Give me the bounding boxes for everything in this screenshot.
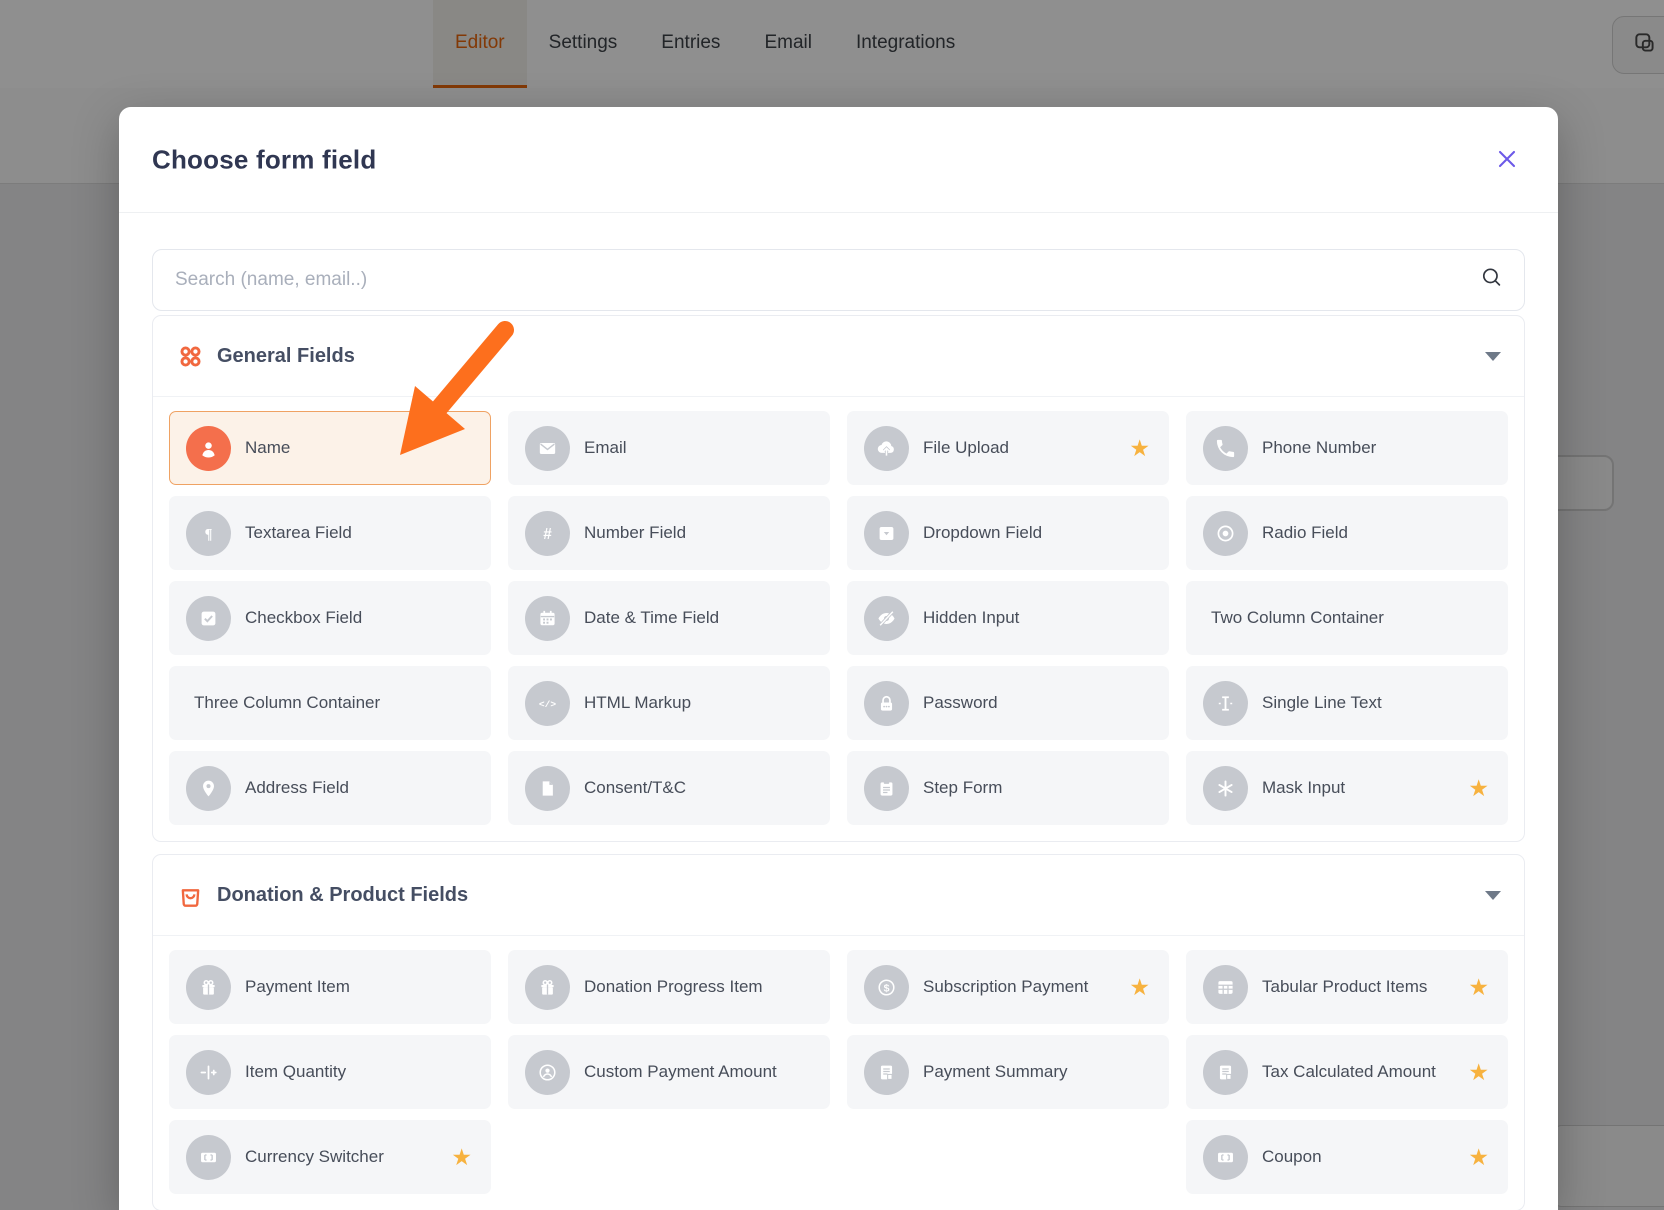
field-card-tax-calculated-amount[interactable]: Tax Calculated Amount ★: [1186, 1035, 1508, 1109]
field-sections: General Fields Name Email File Upload ★ …: [152, 315, 1525, 1210]
svg-text:¶: ¶: [205, 526, 213, 542]
asterisk-icon: [1203, 766, 1248, 811]
field-card-radio-field[interactable]: Radio Field: [1186, 496, 1508, 570]
section-title: Donation & Product Fields: [217, 884, 468, 907]
field-card-item-quantity[interactable]: Item Quantity: [169, 1035, 491, 1109]
svg-text:#: #: [543, 525, 552, 542]
pro-star-icon: ★: [1129, 437, 1154, 460]
close-icon[interactable]: [1492, 144, 1522, 174]
hash-icon: #: [525, 511, 570, 556]
pro-star-icon: ★: [1468, 1061, 1493, 1084]
search-icon[interactable]: [1480, 266, 1504, 295]
search-bar: [152, 249, 1525, 311]
modal-header: Choose form field: [119, 107, 1558, 213]
field-card-tabular-product-items[interactable]: Tabular Product Items ★: [1186, 950, 1508, 1024]
document-icon: [525, 766, 570, 811]
field-card-checkbox-field[interactable]: Checkbox Field: [169, 581, 491, 655]
ticket-icon: [1203, 1135, 1248, 1180]
pro-star-icon: ★: [1468, 1146, 1493, 1169]
screen: EditorSettingsEntriesEmailIntegrations C…: [0, 0, 1664, 1210]
chevron-down-icon[interactable]: [1485, 891, 1501, 900]
category-clover-icon: [176, 342, 204, 370]
ticket-icon: [186, 1135, 231, 1180]
field-card-email[interactable]: Email: [508, 411, 830, 485]
envelope-icon: [525, 426, 570, 471]
section-general-fields: General Fields Name Email File Upload ★ …: [152, 315, 1525, 842]
field-card-custom-payment-amount[interactable]: Custom Payment Amount: [508, 1035, 830, 1109]
section-title: General Fields: [217, 345, 355, 368]
user-icon: [186, 426, 231, 471]
section-header[interactable]: General Fields: [153, 316, 1524, 397]
invoice-icon: [864, 1050, 909, 1095]
shopping-bag-icon: [176, 881, 204, 909]
pro-star-icon: ★: [1468, 777, 1493, 800]
dropdown-icon: [864, 511, 909, 556]
field-card-dropdown-field[interactable]: Dropdown Field: [847, 496, 1169, 570]
phone-icon: [1203, 426, 1248, 471]
field-card-single-line-text[interactable]: Single Line Text: [1186, 666, 1508, 740]
field-card-subscription-payment[interactable]: $ Subscription Payment ★: [847, 950, 1169, 1024]
field-card-consent-t-c[interactable]: Consent/T&C: [508, 751, 830, 825]
pro-star-icon: ★: [451, 1146, 476, 1169]
field-card-currency-switcher[interactable]: Currency Switcher ★: [169, 1120, 491, 1194]
stepper-icon: [186, 1050, 231, 1095]
field-card-payment-item[interactable]: Payment Item: [169, 950, 491, 1024]
field-card-step-form[interactable]: Step Form: [847, 751, 1169, 825]
field-card-two-column-container[interactable]: Two Column Container: [1186, 581, 1508, 655]
field-card-html-markup[interactable]: </> HTML Markup: [508, 666, 830, 740]
user-circle-icon: [525, 1050, 570, 1095]
section-header[interactable]: Donation & Product Fields: [153, 855, 1524, 936]
pro-star-icon: ★: [1129, 976, 1154, 999]
field-card-hidden-input[interactable]: Hidden Input: [847, 581, 1169, 655]
calendar-icon: [525, 596, 570, 641]
field-card-donation-progress-item[interactable]: Donation Progress Item: [508, 950, 830, 1024]
section-donation-product-fields: Donation & Product Fields Payment Item D…: [152, 854, 1525, 1210]
field-card-phone-number[interactable]: Phone Number: [1186, 411, 1508, 485]
pro-star-icon: ★: [1468, 976, 1493, 999]
cloud-upload-icon: [864, 426, 909, 471]
chevron-down-icon[interactable]: [1485, 352, 1501, 361]
field-card-mask-input[interactable]: Mask Input ★: [1186, 751, 1508, 825]
eye-off-icon: [864, 596, 909, 641]
field-card-address-field[interactable]: Address Field: [169, 751, 491, 825]
field-card-file-upload[interactable]: File Upload ★: [847, 411, 1169, 485]
field-card-coupon[interactable]: Coupon ★: [1186, 1120, 1508, 1194]
field-card-number-field[interactable]: # Number Field: [508, 496, 830, 570]
dollar-circle-icon: $: [864, 965, 909, 1010]
field-card-password[interactable]: Password: [847, 666, 1169, 740]
text-cursor-icon: [1203, 681, 1248, 726]
gift-icon: [186, 965, 231, 1010]
radio-icon: [1203, 511, 1248, 556]
lock-icon: [864, 681, 909, 726]
choose-form-field-modal: Choose form field General Fields Name Em…: [119, 107, 1558, 1210]
field-grid: Payment Item Donation Progress Item $ Su…: [153, 936, 1524, 1210]
field-grid: Name Email File Upload ★ Phone Number ¶ …: [153, 397, 1524, 841]
svg-text:$: $: [884, 982, 890, 994]
pilcrow-icon: ¶: [186, 511, 231, 556]
invoice-icon: [1203, 1050, 1248, 1095]
field-card-payment-summary[interactable]: Payment Summary: [847, 1035, 1169, 1109]
svg-text:</>: </>: [539, 699, 556, 710]
clipboard-icon: [864, 766, 909, 811]
field-card-name[interactable]: Name: [169, 411, 491, 485]
code-icon: </>: [525, 681, 570, 726]
modal-body: General Fields Name Email File Upload ★ …: [119, 213, 1558, 1210]
search-input[interactable]: [153, 250, 1524, 310]
table-icon: [1203, 965, 1248, 1010]
field-card-textarea-field[interactable]: ¶ Textarea Field: [169, 496, 491, 570]
gift-icon: [525, 965, 570, 1010]
modal-title: Choose form field: [152, 144, 376, 175]
map-pin-icon: [186, 766, 231, 811]
checkbox-icon: [186, 596, 231, 641]
field-card-three-column-container[interactable]: Three Column Container: [169, 666, 491, 740]
field-card-date-time-field[interactable]: Date & Time Field: [508, 581, 830, 655]
